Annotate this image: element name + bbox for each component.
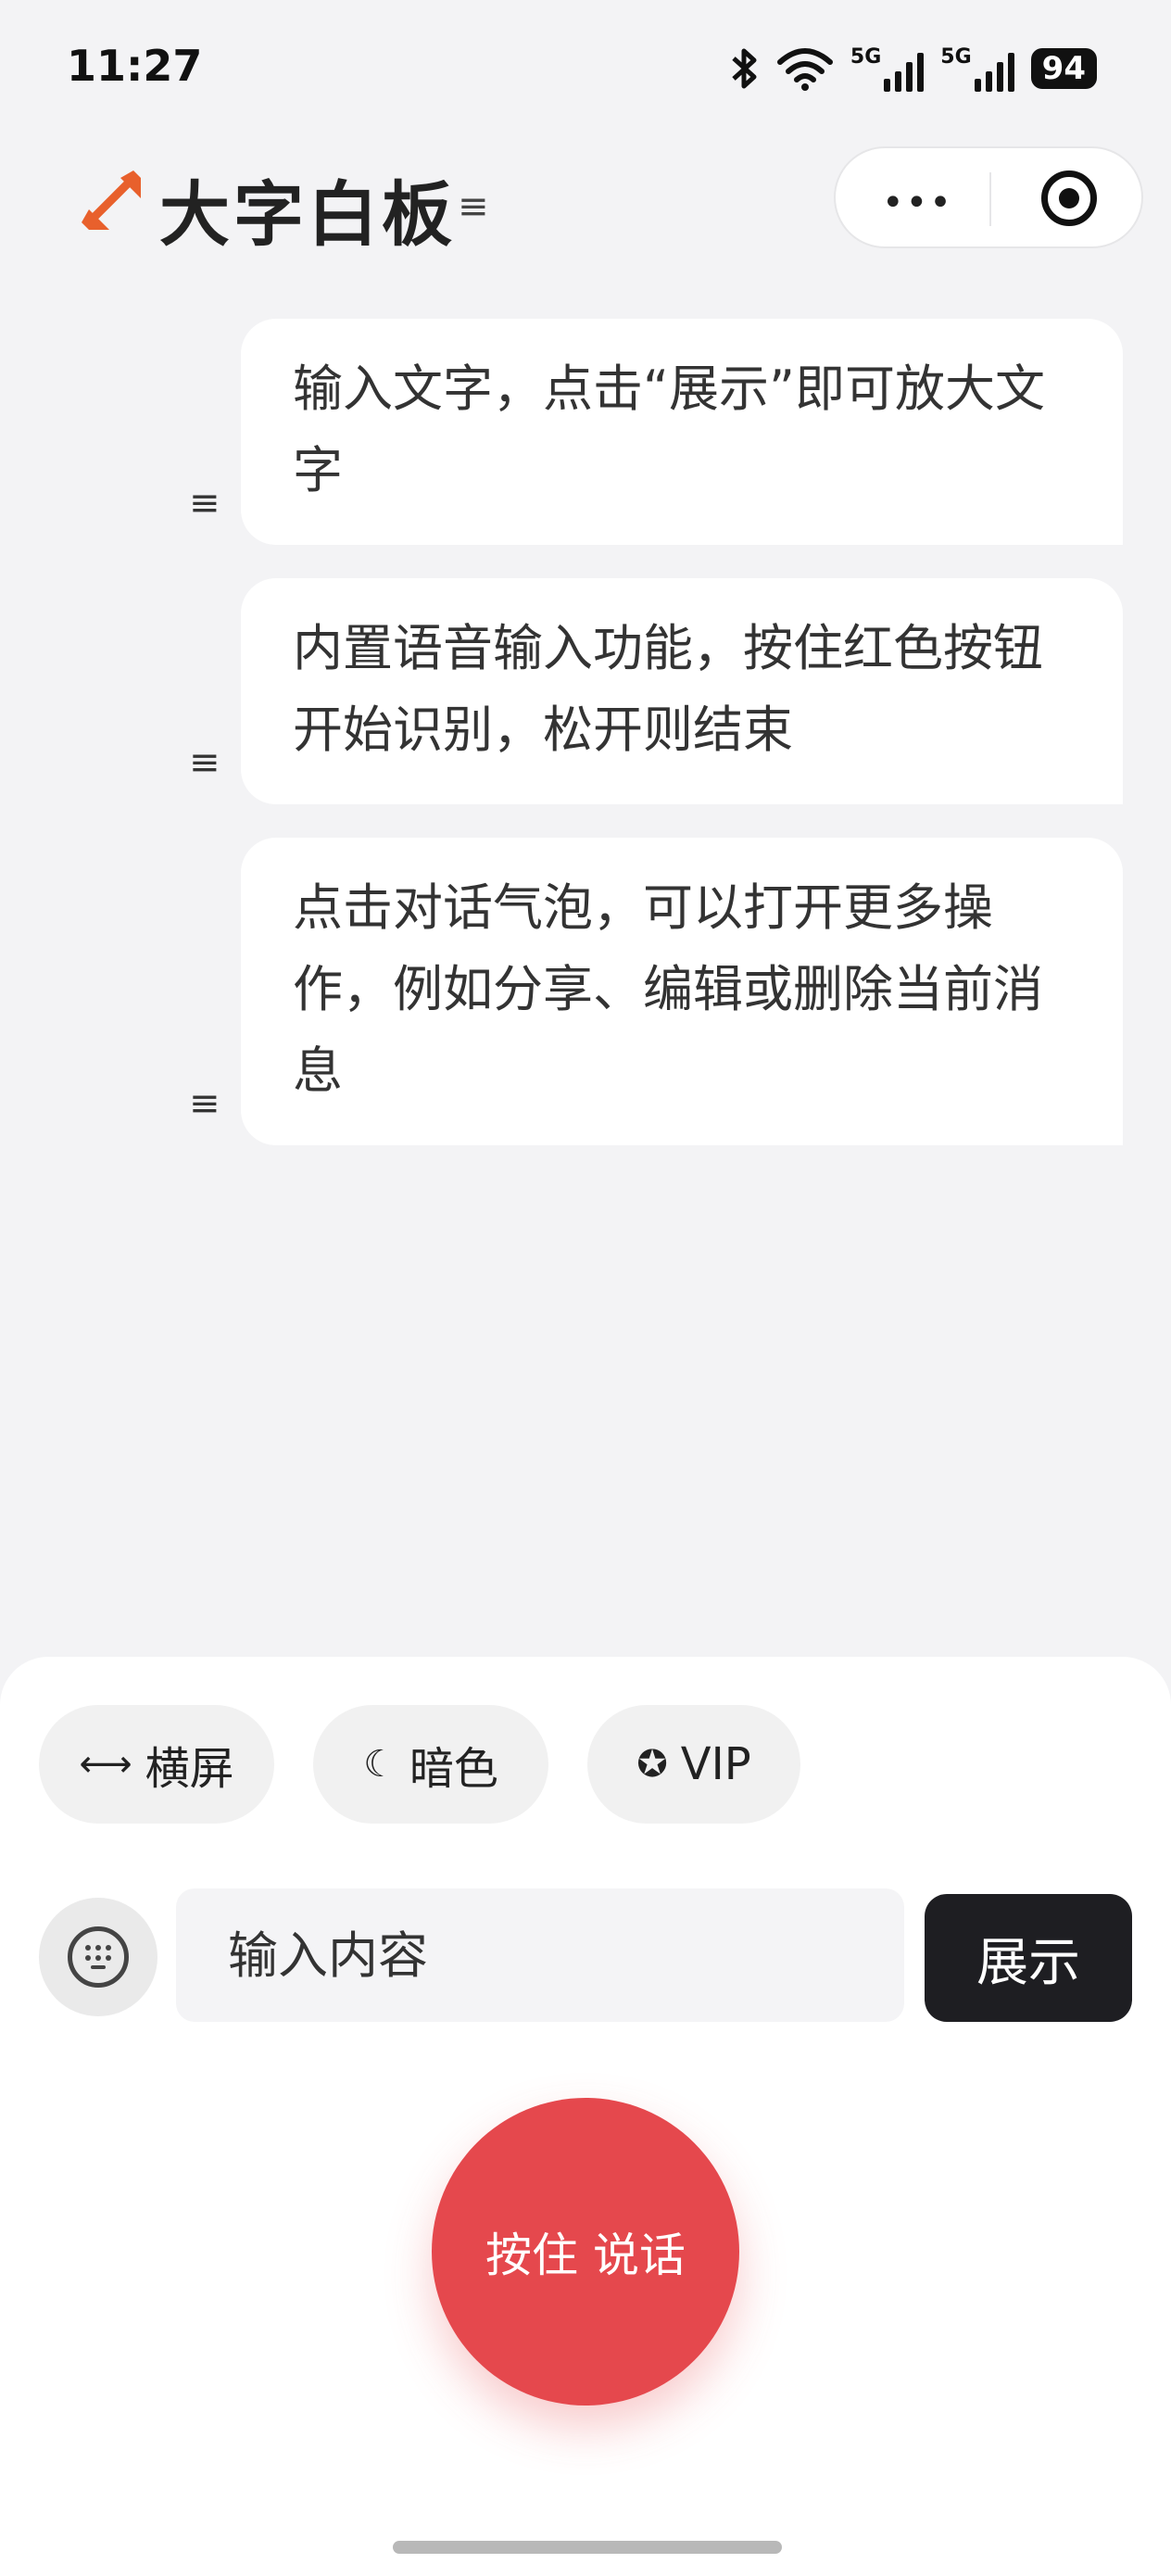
title-menu-icon[interactable]: ≡	[458, 185, 489, 228]
keyboard-icon	[68, 1926, 129, 1988]
expand-arrows-logo-icon	[82, 170, 141, 230]
message-bubble[interactable]: 点击对话气泡，可以打开更多操作，例如分享、编辑或删除当前消息	[241, 838, 1123, 1145]
badge-check-icon: ✪	[636, 1743, 668, 1786]
status-bar: 11:27 5G 5G 94	[0, 0, 1171, 139]
chip-label: VIP	[680, 1738, 751, 1790]
wifi-icon	[776, 48, 833, 91]
cellular-signal-2-icon: 5G	[940, 45, 1014, 92]
vip-chip[interactable]: ✪ VIP	[587, 1705, 800, 1824]
network-type-1: 5G	[850, 45, 882, 69]
app-title: 大字白板	[159, 173, 456, 256]
status-icons: 5G 5G 94	[728, 43, 1097, 95]
dark-mode-chip[interactable]: ☾ 暗色	[313, 1705, 548, 1824]
message-handle-icon[interactable]: ≡	[189, 741, 220, 784]
status-time: 11:27	[67, 41, 203, 91]
moon-icon: ☾	[363, 1743, 397, 1786]
chip-label: 横屏	[145, 1743, 234, 1795]
battery-indicator: 94	[1030, 48, 1097, 89]
network-type-2: 5G	[940, 45, 972, 69]
landscape-chip[interactable]: ⟷ 横屏	[39, 1705, 274, 1824]
home-indicator[interactable]	[393, 2541, 782, 2554]
app-header: 大字白板 ≡ •••	[0, 139, 1171, 269]
miniapp-capsule: •••	[834, 146, 1143, 248]
input-panel: ⟷ 横屏 ☾ 暗色 ✪ VIP 展示 按住 说话	[0, 1657, 1171, 2576]
keyboard-toggle-button[interactable]	[39, 1898, 157, 2016]
hold-to-talk-button[interactable]: 按住 说话	[432, 2098, 739, 2406]
message-bubble[interactable]: 内置语音输入功能，按住红色按钮开始识别，松开则结束	[241, 578, 1123, 804]
message-input[interactable]	[176, 1888, 904, 2022]
message-handle-icon[interactable]: ≡	[189, 482, 220, 524]
bluetooth-icon	[732, 48, 757, 89]
message-bubble[interactable]: 输入文字，点击“展示”即可放大文字	[241, 319, 1123, 545]
more-options-icon[interactable]: •••	[882, 182, 953, 224]
capsule-divider	[989, 172, 991, 226]
close-miniapp-icon[interactable]	[1041, 170, 1097, 226]
arrows-horizontal-icon: ⟷	[79, 1743, 132, 1786]
show-button[interactable]: 展示	[925, 1894, 1132, 2022]
message-handle-icon[interactable]: ≡	[189, 1082, 220, 1125]
chip-label: 暗色	[409, 1743, 498, 1795]
cellular-signal-1-icon: 5G	[850, 45, 925, 92]
